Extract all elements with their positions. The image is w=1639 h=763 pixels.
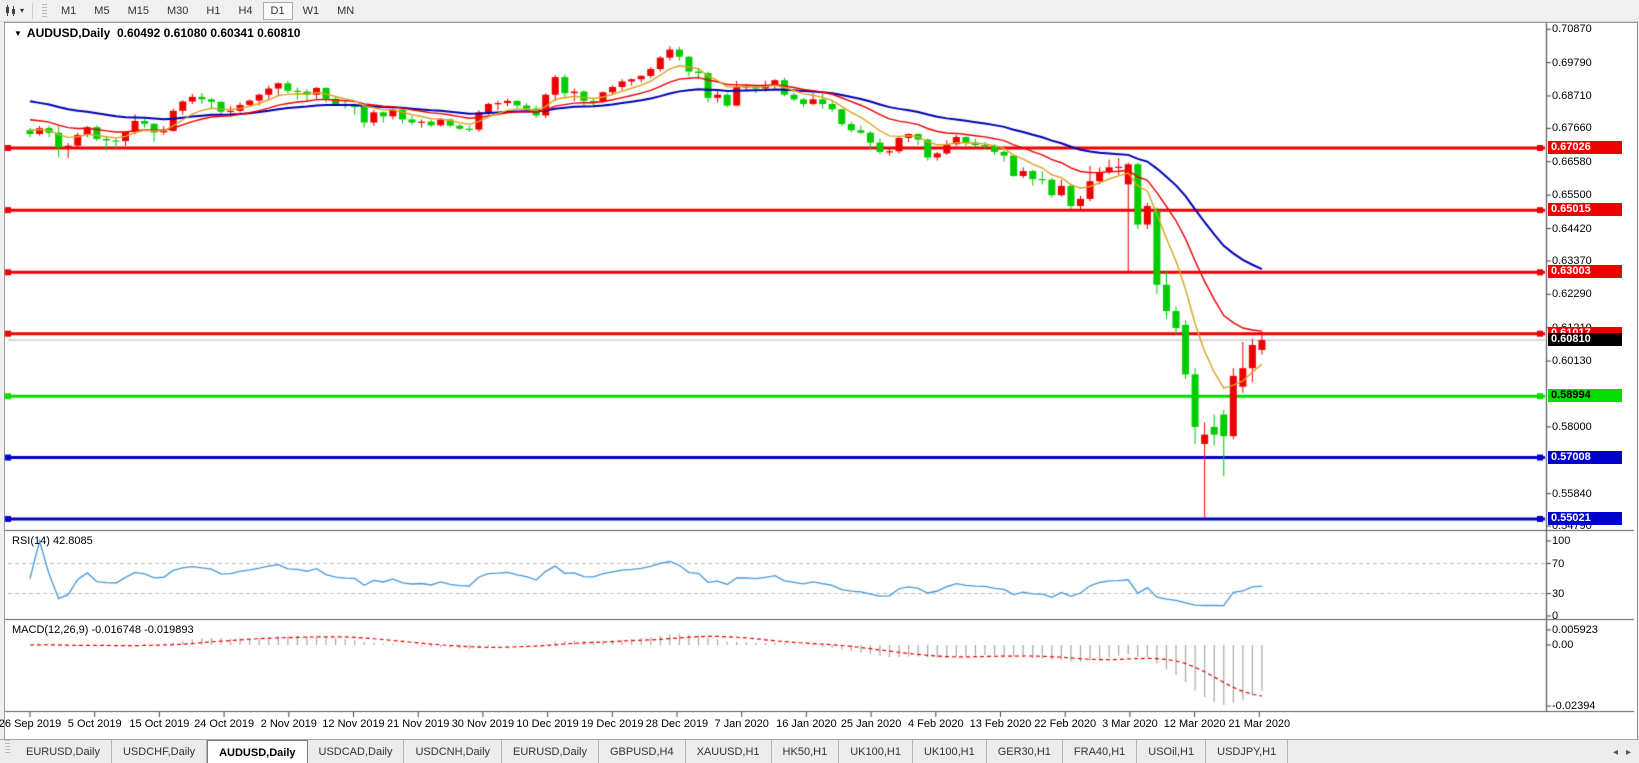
price-axis-label: 0.64420 bbox=[1552, 222, 1592, 235]
macd-axis-label: -0.02394 bbox=[1552, 700, 1596, 713]
tab-usdjpy-h1-14[interactable]: USDJPY,H1 bbox=[1206, 740, 1289, 763]
tabbar-drag-grip[interactable] bbox=[5, 740, 10, 754]
tab-usdcad-daily-3[interactable]: USDCAD,Daily bbox=[308, 740, 405, 763]
macd-name: MACD(12,26,9) bbox=[12, 624, 89, 636]
chart-canvas[interactable] bbox=[0, 0, 1639, 739]
price-tag-current: 0.60810 bbox=[1548, 333, 1622, 347]
price-axis-label: 0.58000 bbox=[1552, 420, 1592, 433]
price-axis-label: 0.66580 bbox=[1552, 155, 1592, 168]
tab-uk100-h1-9[interactable]: UK100,H1 bbox=[839, 740, 913, 763]
price-tag-level: 0.67026 bbox=[1548, 141, 1622, 154]
rsi-indicator-label: RSI(14) 42.8085 bbox=[12, 535, 93, 547]
macd-axis-label: 0.005923 bbox=[1552, 623, 1598, 636]
rsi-axis-label: 100 bbox=[1552, 535, 1571, 547]
rsi-axis-label: 0 bbox=[1552, 610, 1559, 622]
price-axis-label: 0.55840 bbox=[1552, 487, 1592, 500]
rsi-name: RSI(14) bbox=[12, 535, 50, 547]
price-axis-label: 0.60130 bbox=[1552, 355, 1592, 368]
rsi-value: 42.8085 bbox=[52, 535, 93, 547]
chart-symbol-label: AUDUSD,Daily bbox=[26, 26, 111, 40]
tab-ger30-h1-11[interactable]: GER30,H1 bbox=[987, 740, 1063, 763]
chart-ohlc-values: 0.60492 0.61080 0.60341 0.60810 bbox=[116, 26, 301, 40]
date-axis-label: 21 Mar 2020 bbox=[1228, 718, 1291, 730]
tab-usdcnh-daily-4[interactable]: USDCNH,Daily bbox=[404, 740, 503, 763]
chart-menu-caret-icon[interactable]: ▼ bbox=[14, 29, 22, 38]
rsi-axis-label: 70 bbox=[1552, 557, 1565, 570]
macd-indicator-label: MACD(12,26,9) -0.016748 -0.019893 bbox=[12, 624, 194, 636]
price-tag-level: 0.65015 bbox=[1548, 203, 1622, 217]
rsi-axis-label: 30 bbox=[1552, 587, 1565, 600]
price-tag-level: 0.55021 bbox=[1548, 511, 1622, 525]
tab-xauusd-h1-7[interactable]: XAUUSD,H1 bbox=[686, 740, 772, 763]
price-tag-level: 0.58994 bbox=[1548, 389, 1622, 403]
price-axis-label: 0.68710 bbox=[1552, 89, 1592, 102]
tab-scroll-left-icon[interactable]: ◂ bbox=[1613, 747, 1618, 758]
chart-tab-bar: EURUSD,Daily USDCHF,Daily AUDUSD,Daily USDC… bbox=[0, 739, 1639, 763]
chart-title: ▼ AUDUSD,Daily 0.60492 0.61080 0.60341 0.… bbox=[14, 26, 300, 40]
tab-scroll-right-icon[interactable]: ▸ bbox=[1626, 747, 1631, 758]
tab-audusd-daily-2[interactable]: AUDUSD,Daily bbox=[207, 740, 308, 763]
price-axis-label: 0.62290 bbox=[1552, 288, 1592, 301]
price-axis-label: 0.67660 bbox=[1552, 122, 1592, 135]
tab-hk50-h1-8[interactable]: HK50,H1 bbox=[772, 740, 840, 763]
tab-gbpusd-h4-6[interactable]: GBPUSD,H4 bbox=[599, 740, 686, 763]
tab-fra40-h1-12[interactable]: FRA40,H1 bbox=[1063, 740, 1138, 763]
chart-tabs: EURUSD,Daily USDCHF,Daily AUDUSD,Daily USDC… bbox=[15, 740, 1289, 763]
price-axis-label: 0.69790 bbox=[1552, 56, 1592, 69]
macd-values: -0.016748 -0.019893 bbox=[91, 624, 194, 636]
trading-terminal: ▾ M1M5M15M30H1H4D1W1MN ▼AUDUSD,Daily 0.6… bbox=[0, 0, 1639, 763]
tab-usdchf-daily-1[interactable]: USDCHF,Daily bbox=[112, 740, 208, 763]
macd-axis-label: 0.00 bbox=[1552, 639, 1574, 651]
price-tag-level: 0.57008 bbox=[1548, 450, 1622, 464]
tab-eurusd-daily-0[interactable]: EURUSD,Daily bbox=[15, 740, 112, 763]
tab-uk100-h1-10[interactable]: UK100,H1 bbox=[913, 740, 987, 763]
price-axis-label: 0.70870 bbox=[1552, 23, 1592, 36]
tab-usoil-h1-13[interactable]: USOil,H1 bbox=[1137, 740, 1207, 763]
tab-eurusd-daily-5[interactable]: EURUSD,Daily bbox=[502, 740, 599, 763]
price-tag-level: 0.63003 bbox=[1548, 265, 1622, 279]
price-axis-label: 0.65500 bbox=[1552, 189, 1592, 202]
tab-scroll-controls: ◂ ▸ bbox=[1605, 740, 1639, 763]
